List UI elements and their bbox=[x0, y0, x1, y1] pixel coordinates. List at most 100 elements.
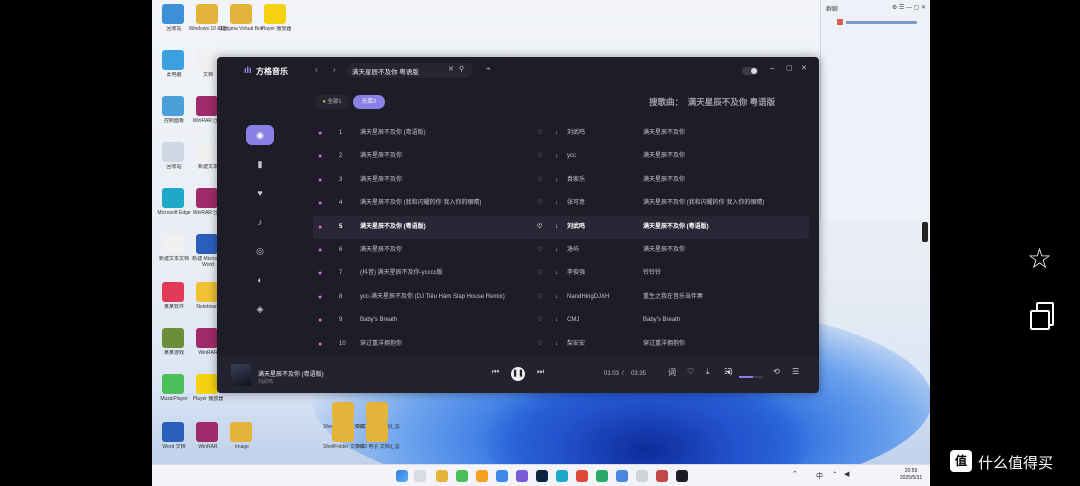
song-download-icon[interactable]: ↓ bbox=[555, 333, 558, 356]
song-download-icon[interactable]: ↓ bbox=[555, 192, 558, 215]
song-dot-icon[interactable]: ● bbox=[318, 169, 322, 192]
edge-icon[interactable] bbox=[556, 470, 568, 482]
favorite-icon[interactable]: ♡ bbox=[687, 367, 694, 376]
app-taskbar-icon-8[interactable] bbox=[656, 470, 668, 482]
rotate-screen-icon[interactable] bbox=[1030, 302, 1054, 330]
lyrics-icon[interactable]: 词 bbox=[668, 367, 676, 378]
song-dot-icon[interactable]: ● bbox=[318, 122, 322, 145]
scroll-handle[interactable] bbox=[922, 222, 928, 242]
sidebar-disc-icon[interactable]: ◉ bbox=[246, 125, 274, 145]
now-playing-title[interactable]: 满天星辰不及你 (粤语版) bbox=[258, 369, 324, 378]
theme-toggle[interactable] bbox=[742, 67, 758, 75]
desktop-icon[interactable]: Image bbox=[220, 420, 264, 456]
start-button[interactable] bbox=[396, 470, 408, 482]
song-row[interactable]: ● 9 Baby's Breath ♡ ↓ CMJ Baby's Breath bbox=[313, 309, 809, 332]
song-dot-icon[interactable]: ● bbox=[318, 192, 322, 215]
sidebar-music-note-icon[interactable]: ♪ bbox=[246, 212, 274, 232]
search-box[interactable]: 满天星辰不及你 粤语版 ✕ ⚲ bbox=[347, 63, 473, 78]
play-pause-button[interactable]: ❚❚ bbox=[511, 367, 525, 381]
song-dot-icon[interactable]: ● bbox=[318, 239, 322, 262]
app-taskbar-icon-6[interactable] bbox=[616, 470, 628, 482]
song-like-icon[interactable]: ♡ bbox=[537, 169, 542, 192]
chat-list-item[interactable] bbox=[831, 17, 930, 27]
minimize-button[interactable]: – bbox=[770, 64, 774, 73]
song-like-icon[interactable]: ♡ bbox=[537, 262, 542, 285]
song-row[interactable]: ● 6 满天星辰不及你 ♡ ↓ 洛屿 满天星辰不及你 bbox=[313, 239, 809, 262]
sidebar-chart-icon[interactable]: ▮ bbox=[246, 154, 274, 174]
sidebar-radar-icon[interactable]: ◎ bbox=[246, 241, 274, 261]
song-row[interactable]: ● 4 满天星辰不及你 (我和闪耀的你 我入你的眼睛) ♡ ↓ 张可意 满天星辰不及你 (我… bbox=[313, 192, 809, 215]
app-taskbar-icon-4[interactable] bbox=[516, 470, 528, 482]
song-row[interactable]: ● 7 (抖音) 满天星辰不及你-ycccc版 ♡ ↓ 李俊强 铃铃铃 bbox=[313, 262, 809, 285]
song-download-icon[interactable]: ↓ bbox=[555, 309, 558, 332]
song-row[interactable]: ● 1 满天星辰不及你 (粤语版) ♡ ↓ 刘武鸣 满天星辰不及你 bbox=[313, 122, 809, 145]
speaker-icon[interactable]: ◂) bbox=[726, 367, 733, 376]
song-like-icon[interactable]: ♡ bbox=[537, 333, 542, 356]
song-download-icon[interactable]: ↓ bbox=[555, 262, 558, 285]
song-like-icon[interactable]: ♡ bbox=[537, 122, 542, 145]
app-taskbar-icon-9[interactable] bbox=[676, 470, 688, 482]
song-like-icon[interactable]: ♡ bbox=[537, 145, 542, 168]
tab-source-all[interactable]: ● 全部1 bbox=[315, 95, 349, 109]
song-dot-icon[interactable]: ● bbox=[318, 145, 322, 168]
song-dot-icon[interactable]: ● bbox=[318, 286, 322, 309]
now-playing-artist[interactable]: 刘武鸣 bbox=[258, 378, 273, 385]
song-like-icon[interactable]: ♡ bbox=[537, 216, 542, 239]
tray-volume-icon[interactable]: ◀ bbox=[844, 470, 849, 478]
star-icon[interactable]: ☆ bbox=[1027, 242, 1052, 275]
song-dot-icon[interactable]: ● bbox=[318, 333, 322, 356]
song-download-icon[interactable]: ↓ bbox=[555, 216, 558, 239]
clock[interactable]: 20:59 2025/5/31 bbox=[894, 468, 928, 482]
desktop-icon[interactable]: Player 播放器 bbox=[254, 2, 298, 38]
search-taskbar-icon[interactable] bbox=[414, 470, 426, 482]
app-taskbar-icon-3[interactable] bbox=[496, 470, 508, 482]
chrome-icon[interactable] bbox=[576, 470, 588, 482]
song-row[interactable]: ● 2 满天星辰不及你 ♡ ↓ ycc 满天星辰不及你 bbox=[313, 145, 809, 168]
sidebar-heart-icon[interactable]: ♥ bbox=[246, 183, 274, 203]
song-download-icon[interactable]: ↓ bbox=[555, 169, 558, 192]
song-like-icon[interactable]: ♡ bbox=[537, 286, 542, 309]
audio-search-icon[interactable]: ⌁ bbox=[486, 64, 491, 73]
song-download-icon[interactable]: ↓ bbox=[555, 286, 558, 309]
song-dot-icon[interactable]: ● bbox=[318, 216, 322, 239]
album-cover[interactable] bbox=[231, 364, 251, 386]
photoshop-icon[interactable] bbox=[536, 470, 548, 482]
song-row[interactable]: ● 10 穿过重洋拥抱你 ♡ ↓ 梨安安 穿过重洋拥抱你 bbox=[313, 333, 809, 356]
maximize-button[interactable]: ▢ bbox=[786, 64, 793, 72]
file-explorer-icon[interactable] bbox=[436, 470, 448, 482]
song-row[interactable]: ● 8 ycc-满天星辰不及你 (DJ Tiêu Hàm Slap House Re… bbox=[313, 286, 809, 309]
previous-button[interactable]: ⏮ bbox=[492, 367, 499, 377]
playlist-icon[interactable]: ☰ bbox=[792, 367, 799, 376]
clear-search-icon[interactable]: ✕ bbox=[448, 65, 454, 73]
volume-slider[interactable] bbox=[739, 376, 763, 378]
repeat-icon[interactable]: ⟲ bbox=[773, 367, 780, 376]
search-input[interactable]: 满天星辰不及你 粤语版 bbox=[352, 66, 419, 76]
sidebar-shield-icon[interactable]: ◈ bbox=[246, 299, 274, 319]
song-like-icon[interactable]: ♡ bbox=[537, 192, 542, 215]
back-button[interactable]: ‹ bbox=[315, 65, 318, 74]
app-taskbar-icon-7[interactable] bbox=[636, 470, 648, 482]
sidebar-toggle-icon[interactable]: ◐ bbox=[246, 270, 274, 290]
tray-network-icon[interactable]: ◔ bbox=[832, 470, 836, 477]
tray-icons[interactable]: ⌃ bbox=[792, 470, 798, 478]
song-download-icon[interactable]: ↓ bbox=[555, 122, 558, 145]
desktop-folder[interactable]: DCD 电子 文档汇总 bbox=[356, 420, 400, 456]
song-download-icon[interactable]: ↓ bbox=[555, 145, 558, 168]
close-button[interactable]: ✕ bbox=[801, 64, 807, 72]
song-dot-icon[interactable]: ● bbox=[318, 262, 322, 285]
chat-panel-controls[interactable]: ⚙ ☰ — ▢ ✕ bbox=[892, 4, 926, 13]
app-taskbar-icon-1[interactable] bbox=[456, 470, 468, 482]
app-taskbar-icon-5[interactable] bbox=[596, 470, 608, 482]
song-like-icon[interactable]: ♡ bbox=[537, 309, 542, 332]
search-icon[interactable]: ⚲ bbox=[459, 65, 464, 73]
song-dot-icon[interactable]: ● bbox=[318, 309, 322, 332]
next-button[interactable]: ⏭ bbox=[537, 367, 544, 377]
forward-button[interactable]: › bbox=[333, 65, 336, 74]
app-taskbar-icon-2[interactable] bbox=[476, 470, 488, 482]
tray-ime[interactable]: 中 bbox=[816, 471, 823, 481]
song-like-icon[interactable]: ♡ bbox=[537, 239, 542, 262]
song-download-icon[interactable]: ↓ bbox=[555, 239, 558, 262]
download-icon[interactable]: ⤓ bbox=[706, 367, 710, 377]
tab-source-library[interactable]: 乐库2 bbox=[353, 95, 385, 109]
song-row[interactable]: ● 5 满天星辰不及你 (粤语版) ♡ ↓ 刘武鸣 满天星辰不及你 (粤语版) bbox=[313, 215, 809, 239]
